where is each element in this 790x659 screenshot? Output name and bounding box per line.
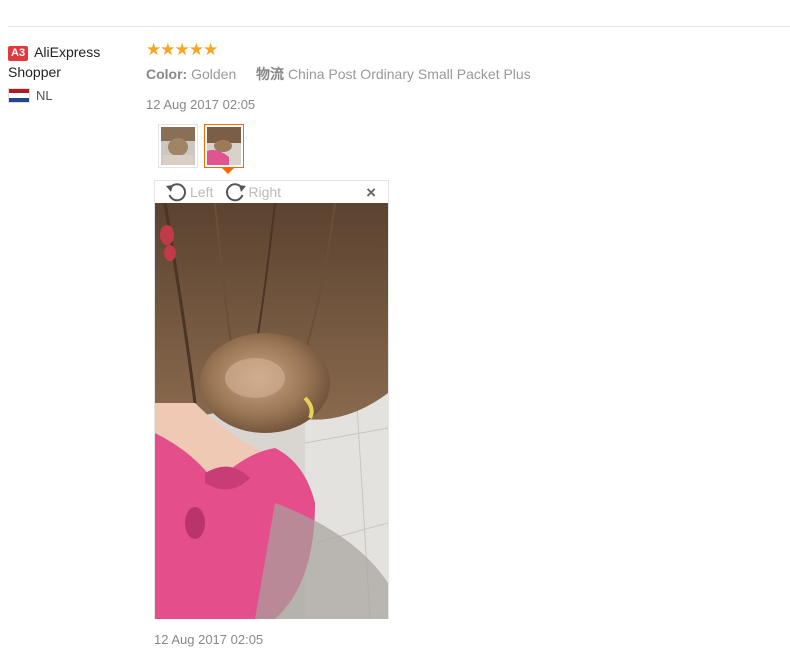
buyer-level-badge: A3 (8, 46, 29, 61)
buyer-country: NL (8, 88, 138, 103)
photo-thumbnail-2[interactable] (204, 124, 244, 174)
photo-date: 12 Aug 2017 02:05 (154, 632, 264, 647)
rotate-left-button[interactable]: Left (165, 181, 213, 203)
review-header: ★★★★★ Color: Golden 物流 China Post Ordina… (146, 40, 531, 84)
logistics-value: China Post Ordinary Small Packet Plus (287, 66, 531, 82)
color-label: Color: (146, 66, 188, 82)
rotate-left-icon (166, 183, 186, 202)
photo-viewer: Left Right × (154, 180, 389, 619)
divider (8, 26, 790, 27)
photo-thumbnail-1[interactable] (158, 124, 198, 168)
order-properties: Color: Golden 物流 China Post Ordinary Sma… (146, 64, 531, 84)
review-photo-image (155, 203, 388, 619)
buyer-name: A3 AliExpress Shopper (8, 44, 101, 80)
photo-thumbnails (158, 124, 244, 174)
review-date: 12 Aug 2017 02:05 (146, 97, 256, 112)
star-rating: ★★★★★ (146, 40, 218, 59)
thumbnail-image-2 (207, 127, 241, 165)
rotate-right-button[interactable]: Right (223, 181, 281, 203)
country-code: NL (36, 88, 53, 103)
close-icon[interactable]: × (366, 183, 376, 203)
color-value: Golden (191, 66, 237, 82)
rotate-right-label: Right (248, 184, 282, 200)
review-photo (155, 203, 388, 619)
rotate-left-label: Left (190, 184, 214, 200)
logistics-label: 物流 (256, 66, 285, 82)
thumbnail-image-1 (161, 127, 195, 165)
rotate-right-icon (226, 183, 247, 202)
netherlands-flag-icon (8, 88, 30, 103)
buyer-info: A3 AliExpress Shopper NL (8, 42, 138, 103)
photo-viewer-toolbar: Left Right × (155, 181, 388, 203)
